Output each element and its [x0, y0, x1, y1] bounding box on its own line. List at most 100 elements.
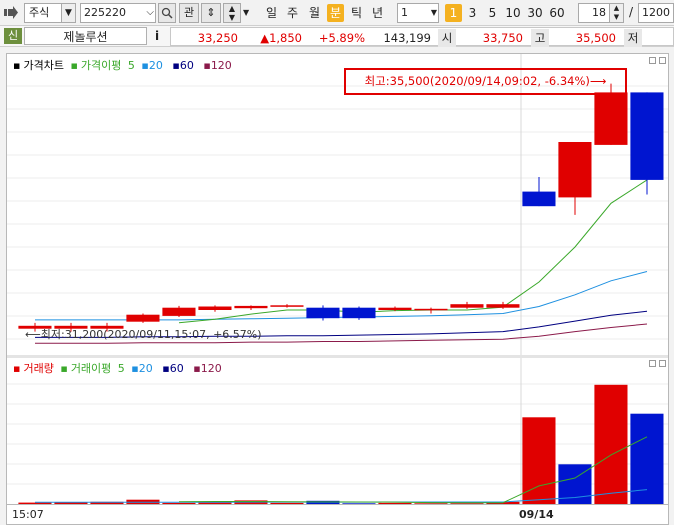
volume-bar: [450, 503, 484, 504]
candle-body: [342, 307, 376, 319]
spinner-icon[interactable]: ▲ ▼: [609, 4, 623, 22]
volume-ma-5: 5: [117, 362, 125, 375]
price-change: ▲1,850: [260, 31, 302, 45]
stock-code-input[interactable]: 225220 ⌵: [80, 3, 156, 23]
high-annotation: 최고:35,500(2020/09/14,09:02, -6.34%)⟶: [344, 68, 627, 95]
candle-body: [594, 92, 628, 145]
volume-ma-marker: ▪: [60, 362, 68, 375]
candle-body: [306, 307, 340, 319]
price-ma-marker: ▪: [70, 59, 78, 72]
chevron-down-icon: ⌵: [146, 7, 154, 18]
low-annotation: ⟵최저:31,200(2020/09/11,15:07, +6.57%): [25, 326, 262, 342]
volume-bar: [342, 503, 376, 504]
price-legend-title: 가격차트: [23, 59, 64, 72]
total-count-input[interactable]: 1200: [638, 3, 674, 23]
tab-period-month[interactable]: 월: [306, 4, 323, 22]
volume-bar: [414, 503, 448, 504]
chart-area: ▪ 가격차트 ▪ 가격이평 5 ▪20 ▪60 ▪120 최고:35,500(202…: [6, 53, 669, 505]
candle-body: [162, 307, 196, 316]
price-ma-5: 5: [127, 59, 135, 72]
volume-legend: ▪ 거래량 ▪ 거래이평 5 ▪20 ▪60 ▪120: [13, 360, 228, 376]
time-axis: 15:07 09/14: [6, 505, 669, 525]
volume-panel-close-icon[interactable]: [659, 360, 666, 367]
quote-values: 33,250 ▲1,850 +5.89% 143,199 시 33,750 고 …: [170, 27, 674, 47]
candle-body: [270, 305, 304, 307]
price-legend: ▪ 가격차트 ▪ 가격이평 5 ▪20 ▪60 ▪120: [13, 57, 238, 73]
price-ma20-line: [35, 271, 648, 321]
stock-name-field[interactable]: 제놀루션: [24, 27, 147, 45]
count-separator: /: [629, 5, 634, 19]
volume-bar: [162, 502, 196, 504]
volume-value: 143,199: [383, 31, 431, 45]
chevron-down-icon: ▼: [61, 4, 75, 22]
open-value: 33,750: [482, 31, 523, 45]
chevron-down-icon: ▼: [430, 8, 437, 17]
interest-button-label: 관: [183, 6, 195, 19]
panel-close-icon[interactable]: [659, 57, 666, 64]
open-label: 시: [438, 29, 456, 47]
price-ma-60: ▪60: [172, 59, 194, 72]
volume-legend-title: 거래량: [23, 362, 54, 375]
minute-step-5[interactable]: 5: [484, 4, 501, 22]
price-ma-20: ▪20: [141, 59, 163, 72]
tab-period-tick[interactable]: 틱: [348, 4, 365, 22]
tab-period-year[interactable]: 년: [369, 4, 386, 22]
minute-step-60[interactable]: 60: [547, 4, 567, 22]
minute-step-3[interactable]: 3: [464, 4, 481, 22]
volume-bar: [18, 502, 52, 504]
dropdown-caret-icon[interactable]: ▼: [243, 8, 249, 17]
interval-value: 1: [401, 6, 408, 19]
count-value: 18: [592, 6, 606, 19]
tab-period-week[interactable]: 주: [284, 4, 301, 22]
count-input[interactable]: 18 ▲ ▼: [578, 3, 624, 23]
volume-bar: [594, 384, 628, 504]
high-annotation-text: 최고:35,500(2020/09/14,09:02, -6.34%)⟶: [364, 74, 607, 88]
candle-body: [414, 308, 448, 311]
time-axis-start-label: 15:07: [12, 508, 44, 521]
panel-resize-icon[interactable]: [649, 57, 656, 64]
market-select[interactable]: 주식 ▼: [24, 3, 76, 23]
tab-period-day[interactable]: 일: [263, 4, 280, 22]
candle-body: [234, 305, 268, 309]
up-down-stepper[interactable]: ▲ ▼: [223, 3, 241, 23]
search-icon: [161, 7, 173, 22]
change-percent: +5.89%: [318, 31, 365, 45]
volume-bar: [270, 502, 304, 504]
volume-panel-resize-icon[interactable]: [649, 360, 656, 367]
current-price: 33,250: [197, 31, 238, 45]
minute-step-1[interactable]: 1: [445, 4, 462, 22]
market-label: 주식: [29, 6, 50, 19]
price-ma-120: ▪120: [203, 59, 232, 72]
info-icon[interactable]: i: [150, 28, 164, 44]
volume-ma-120: ▪120: [193, 362, 222, 375]
candle-body: [558, 142, 592, 198]
search-button[interactable]: [158, 3, 176, 23]
chart-canvas[interactable]: [7, 54, 668, 504]
candle-body: [378, 307, 412, 310]
total-count-value: 1200: [642, 6, 670, 19]
candle-body: [450, 304, 484, 308]
candle-body: [126, 314, 160, 322]
volume-legend-marker: ▪: [13, 362, 21, 375]
interest-button[interactable]: 관: [179, 3, 199, 23]
time-axis-date-label: 09/14: [519, 508, 554, 521]
price-ma-title: 가격이평: [80, 59, 122, 72]
interval-select[interactable]: 1 ▼: [397, 3, 439, 23]
minute-step-30[interactable]: 30: [525, 4, 545, 22]
chart-window: 주식 ▼ 225220 ⌵ 관 ⇕ ▲▼ ▼ 일 주 월 분 틱 년 1 ▼: [0, 0, 674, 525]
stock-code-value: 225220: [84, 6, 126, 19]
sync-button[interactable]: ⇕: [201, 3, 221, 23]
volume-ma-60: ▪60: [162, 362, 184, 375]
volume-ma-20: ▪20: [131, 362, 153, 375]
price-legend-marker: ▪: [13, 59, 21, 72]
credit-badge: 신: [4, 28, 22, 44]
candle-body: [198, 306, 232, 310]
stock-name: 제놀루션: [63, 30, 108, 44]
sync-icon: ⇕: [206, 6, 216, 19]
tab-period-minute[interactable]: 분: [327, 4, 344, 22]
high-value: 35,500: [575, 31, 616, 45]
link-arrow-icon[interactable]: [4, 6, 18, 19]
volume-bar: [378, 502, 412, 504]
low-annotation-text: ⟵최저:31,200(2020/09/11,15:07, +6.57%): [25, 328, 262, 341]
minute-step-10[interactable]: 10: [503, 4, 523, 22]
